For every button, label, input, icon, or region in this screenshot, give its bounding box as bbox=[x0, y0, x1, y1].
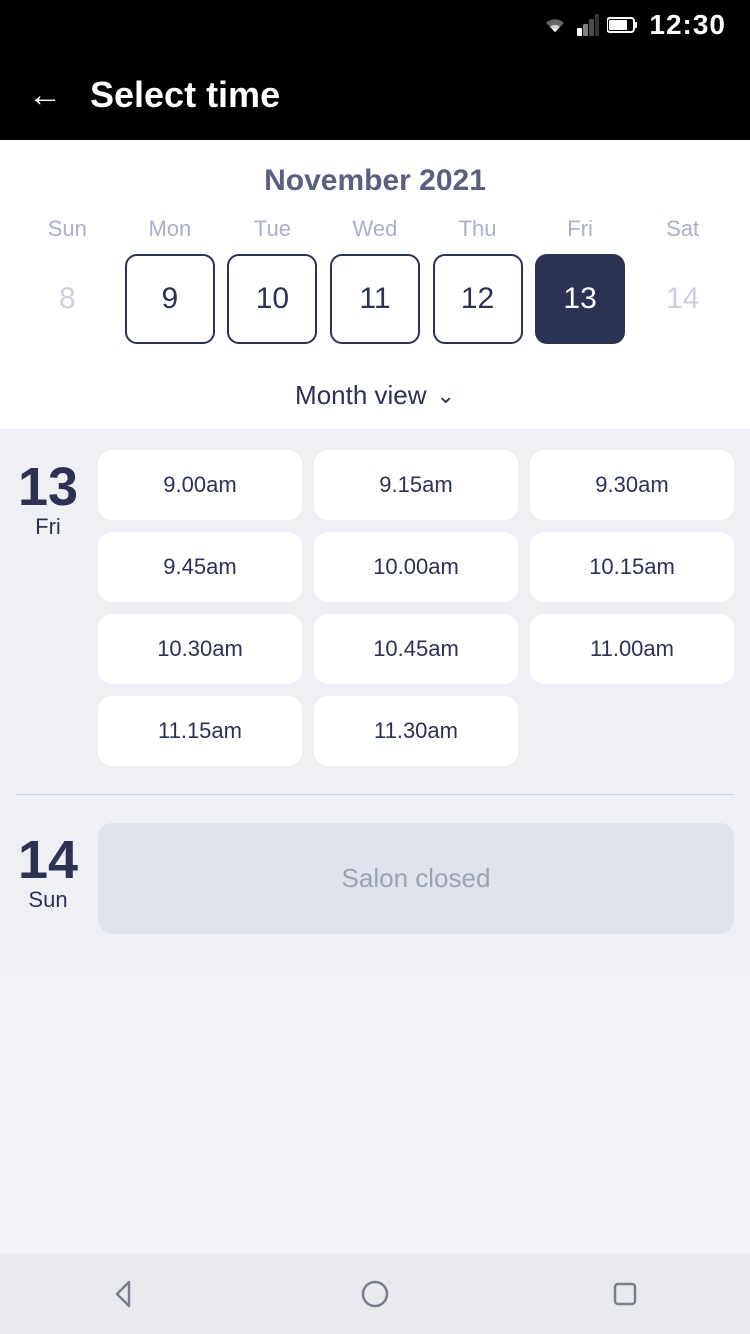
slot-1045am[interactable]: 10.45am bbox=[314, 614, 518, 684]
weekday-sat: Sat bbox=[638, 216, 728, 242]
dates-row: 8 9 10 11 12 13 14 bbox=[16, 254, 734, 362]
status-time: 12:30 bbox=[649, 9, 726, 41]
slot-1115am[interactable]: 11.15am bbox=[98, 696, 302, 766]
day-divider bbox=[16, 794, 734, 795]
weekday-mon: Mon bbox=[125, 216, 215, 242]
slots-grid-13: 9.00am 9.15am 9.30am 9.45am 10.00am 10.1… bbox=[98, 450, 734, 766]
date-11[interactable]: 11 bbox=[330, 254, 420, 344]
date-10[interactable]: 10 bbox=[227, 254, 317, 344]
day-number-13: 13 bbox=[18, 460, 78, 514]
day-label-14: 14 Sun bbox=[16, 823, 80, 934]
date-9[interactable]: 9 bbox=[125, 254, 215, 344]
status-bar: 12:30 bbox=[0, 0, 750, 50]
slot-900am[interactable]: 9.00am bbox=[98, 450, 302, 520]
calendar-section: November 2021 Sun Mon Tue Wed Thu Fri Sa… bbox=[0, 140, 750, 362]
day-name-13: Fri bbox=[35, 514, 61, 540]
date-12[interactable]: 12 bbox=[433, 254, 523, 344]
header: ← Select time bbox=[0, 50, 750, 140]
nav-back-button[interactable] bbox=[103, 1272, 147, 1316]
nav-recent-button[interactable] bbox=[603, 1272, 647, 1316]
back-button[interactable]: ← bbox=[28, 78, 62, 112]
salon-closed-message: Salon closed bbox=[98, 823, 734, 934]
date-8[interactable]: 8 bbox=[22, 254, 112, 344]
slot-1030am[interactable]: 10.30am bbox=[98, 614, 302, 684]
day-name-14: Sun bbox=[28, 887, 67, 913]
page-title: Select time bbox=[90, 74, 280, 116]
slot-915am[interactable]: 9.15am bbox=[314, 450, 518, 520]
weekday-fri: Fri bbox=[535, 216, 625, 242]
weekday-wed: Wed bbox=[330, 216, 420, 242]
slot-930am[interactable]: 9.30am bbox=[530, 450, 734, 520]
month-view-label: Month view bbox=[295, 380, 427, 411]
day-block-13: 13 Fri 9.00am 9.15am 9.30am 9.45am 10.00… bbox=[16, 450, 734, 766]
signal-icon bbox=[577, 14, 599, 36]
android-nav-bar bbox=[0, 1254, 750, 1334]
slot-1130am[interactable]: 11.30am bbox=[314, 696, 518, 766]
status-icons bbox=[541, 14, 639, 36]
day-block-14: 14 Sun Salon closed bbox=[16, 823, 734, 934]
battery-icon bbox=[607, 16, 639, 34]
date-14[interactable]: 14 bbox=[638, 254, 728, 344]
date-13[interactable]: 13 bbox=[535, 254, 625, 344]
slot-1015am[interactable]: 10.15am bbox=[530, 532, 734, 602]
slots-section: 13 Fri 9.00am 9.15am 9.30am 9.45am 10.00… bbox=[0, 430, 750, 974]
nav-home-button[interactable] bbox=[353, 1272, 397, 1316]
weekday-sun: Sun bbox=[22, 216, 112, 242]
slot-1100am[interactable]: 11.00am bbox=[530, 614, 734, 684]
month-year: November 2021 bbox=[16, 164, 734, 198]
day-number-14: 14 bbox=[18, 833, 78, 887]
weekday-thu: Thu bbox=[433, 216, 523, 242]
slot-1000am[interactable]: 10.00am bbox=[314, 532, 518, 602]
weekday-row: Sun Mon Tue Wed Thu Fri Sat bbox=[16, 216, 734, 242]
day-label-13: 13 Fri bbox=[16, 450, 80, 766]
weekday-tue: Tue bbox=[227, 216, 317, 242]
slot-945am[interactable]: 9.45am bbox=[98, 532, 302, 602]
chevron-down-icon: ⌄ bbox=[437, 383, 455, 409]
month-view-toggle[interactable]: Month view ⌄ bbox=[0, 362, 750, 430]
wifi-icon bbox=[541, 14, 569, 36]
